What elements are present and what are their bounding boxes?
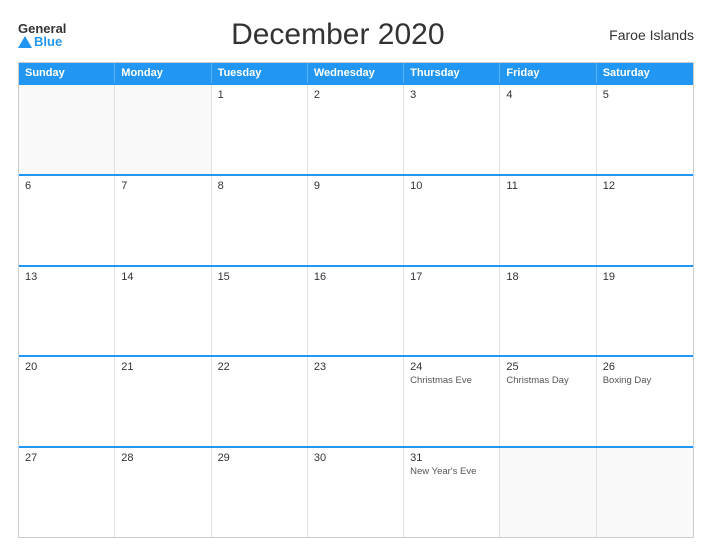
cal-cell: 18 <box>500 267 596 356</box>
week-row-5: 27 28 29 30 31 New Year's Eve <box>19 446 693 537</box>
week-row-2: 6 7 8 9 10 11 12 <box>19 174 693 265</box>
day-number: 22 <box>218 361 301 373</box>
day-number: 6 <box>25 180 108 192</box>
day-number: 5 <box>603 89 687 101</box>
day-number: 28 <box>121 452 204 464</box>
day-number: 29 <box>218 452 301 464</box>
day-number: 25 <box>506 361 589 373</box>
cal-cell: 4 <box>500 85 596 174</box>
day-number: 23 <box>314 361 397 373</box>
day-number: 14 <box>121 271 204 283</box>
cal-cell: 23 <box>308 357 404 446</box>
cal-cell: 16 <box>308 267 404 356</box>
cal-cell: 12 <box>597 176 693 265</box>
day-header-tuesday: Tuesday <box>212 63 308 83</box>
cal-cell: 1 <box>212 85 308 174</box>
calendar-page: General Blue December 2020 Faroe Islands… <box>0 0 712 550</box>
cal-cell: 28 <box>115 448 211 537</box>
event-label: Christmas Day <box>506 375 589 387</box>
day-number: 8 <box>218 180 301 192</box>
day-number: 7 <box>121 180 204 192</box>
day-number: 31 <box>410 452 493 464</box>
cal-cell: 5 <box>597 85 693 174</box>
cal-cell: 8 <box>212 176 308 265</box>
day-number: 1 <box>218 89 301 101</box>
cal-cell: 14 <box>115 267 211 356</box>
event-label: Boxing Day <box>603 375 687 387</box>
day-number: 2 <box>314 89 397 101</box>
day-number: 30 <box>314 452 397 464</box>
day-number: 17 <box>410 271 493 283</box>
logo: General Blue <box>18 22 66 48</box>
cal-cell: 6 <box>19 176 115 265</box>
cal-cell: 17 <box>404 267 500 356</box>
day-number: 24 <box>410 361 493 373</box>
day-number: 3 <box>410 89 493 101</box>
cal-cell: 10 <box>404 176 500 265</box>
cal-cell: 2 <box>308 85 404 174</box>
day-number: 21 <box>121 361 204 373</box>
cal-cell: 7 <box>115 176 211 265</box>
week-row-4: 20 21 22 23 24 Christmas Eve 25 Christmas Day 26… <box>19 355 693 446</box>
day-number: 13 <box>25 271 108 283</box>
day-header-thursday: Thursday <box>404 63 500 83</box>
event-label: Christmas Eve <box>410 375 493 387</box>
cal-cell <box>500 448 596 537</box>
day-number: 4 <box>506 89 589 101</box>
day-number: 9 <box>314 180 397 192</box>
cal-cell: 22 <box>212 357 308 446</box>
calendar-header-row: SundayMondayTuesdayWednesdayThursdayFrid… <box>19 63 693 83</box>
day-number: 10 <box>410 180 493 192</box>
day-number: 19 <box>603 271 687 283</box>
logo-blue-text: Blue <box>18 35 66 48</box>
cal-cell: 11 <box>500 176 596 265</box>
day-header-wednesday: Wednesday <box>308 63 404 83</box>
day-number: 26 <box>603 361 687 373</box>
cal-cell: 13 <box>19 267 115 356</box>
day-header-saturday: Saturday <box>597 63 693 83</box>
cal-cell: 9 <box>308 176 404 265</box>
cal-cell <box>115 85 211 174</box>
region-label: Faroe Islands <box>609 27 694 43</box>
cal-cell: 27 <box>19 448 115 537</box>
calendar-title: December 2020 <box>231 18 444 52</box>
calendar-grid: SundayMondayTuesdayWednesdayThursdayFrid… <box>18 62 694 538</box>
week-row-3: 13 14 15 16 17 18 19 <box>19 265 693 356</box>
cal-cell: 25 Christmas Day <box>500 357 596 446</box>
cal-cell <box>19 85 115 174</box>
day-header-monday: Monday <box>115 63 211 83</box>
day-number: 15 <box>218 271 301 283</box>
day-number: 18 <box>506 271 589 283</box>
day-number: 12 <box>603 180 687 192</box>
cal-cell: 20 <box>19 357 115 446</box>
day-number: 27 <box>25 452 108 464</box>
header: General Blue December 2020 Faroe Islands <box>18 18 694 52</box>
cal-cell: 31 New Year's Eve <box>404 448 500 537</box>
cal-cell: 19 <box>597 267 693 356</box>
cal-cell: 30 <box>308 448 404 537</box>
cal-cell: 29 <box>212 448 308 537</box>
week-row-1: 1 2 3 4 5 <box>19 83 693 174</box>
day-number: 20 <box>25 361 108 373</box>
day-number: 16 <box>314 271 397 283</box>
day-number: 11 <box>506 180 589 192</box>
day-header-friday: Friday <box>500 63 596 83</box>
logo-triangle-icon <box>18 36 32 48</box>
calendar-body: 123456789101112131415161718192021222324C… <box>19 83 693 537</box>
cal-cell: 21 <box>115 357 211 446</box>
cal-cell: 3 <box>404 85 500 174</box>
cal-cell: 26 Boxing Day <box>597 357 693 446</box>
cal-cell <box>597 448 693 537</box>
cal-cell: 15 <box>212 267 308 356</box>
event-label: New Year's Eve <box>410 466 493 478</box>
day-header-sunday: Sunday <box>19 63 115 83</box>
cal-cell: 24 Christmas Eve <box>404 357 500 446</box>
